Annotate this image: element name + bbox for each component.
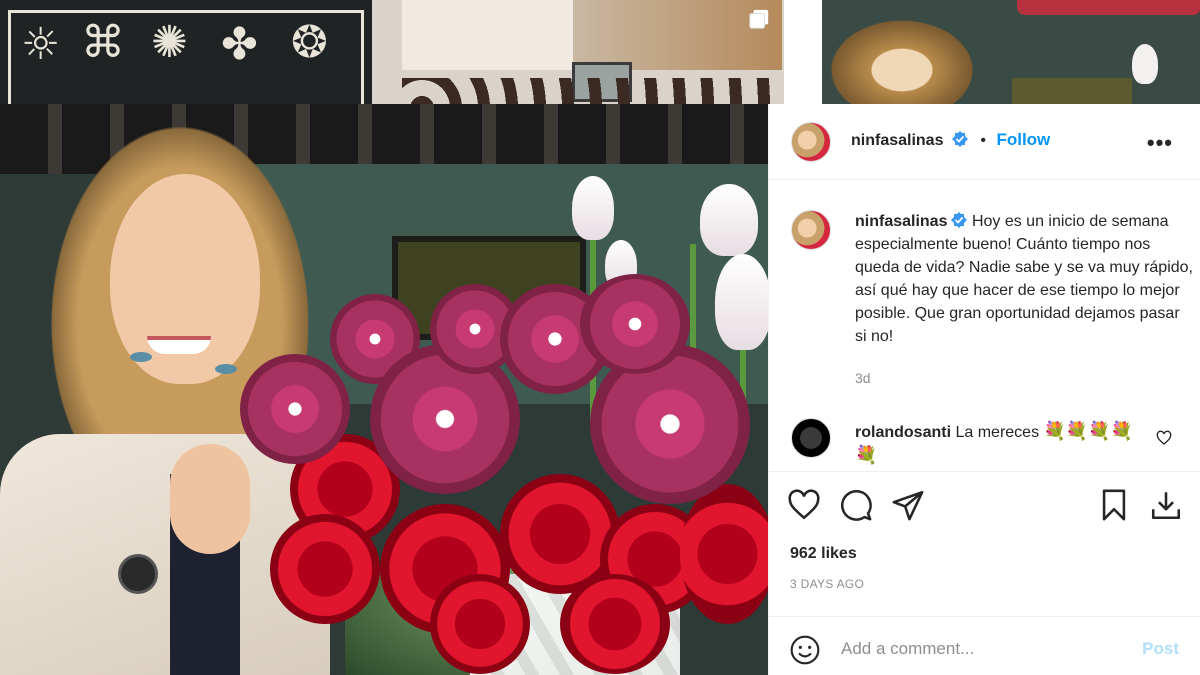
- emoji-icon[interactable]: [789, 634, 821, 666]
- verified-badge-icon: [951, 131, 968, 147]
- save-bookmark-icon[interactable]: [1097, 488, 1131, 522]
- grid-thumbnail-tribal-art[interactable]: ☼ ⌘ ✺ ✤ ❂: [0, 0, 372, 104]
- post-header: ninfasalinas • Follow •••: [769, 104, 1200, 180]
- caption-username[interactable]: ninfasalinas: [855, 213, 947, 230]
- comment-icon[interactable]: [839, 488, 873, 522]
- multiple-posts-icon: [749, 9, 769, 29]
- share-icon[interactable]: [891, 488, 925, 522]
- download-icon[interactable]: [1149, 488, 1183, 522]
- comment-like-heart-icon[interactable]: [1156, 430, 1172, 446]
- add-comment-bar: Post: [769, 616, 1200, 675]
- likes-count[interactable]: 962 likes: [790, 545, 857, 563]
- caption-avatar[interactable]: [791, 210, 831, 250]
- caption-text: Hoy es un inicio de semana especialmente…: [855, 213, 1193, 345]
- comment-body: rolandosanti La mereces 💐💐💐💐💐: [855, 420, 1155, 468]
- like-heart-icon[interactable]: [787, 488, 821, 522]
- tribal-pattern-image: ☼ ⌘ ✺ ✤ ❂: [8, 10, 364, 104]
- post-details-panel: ninfasalinas • Follow ••• ninfasalinas H…: [768, 104, 1200, 675]
- caption-time[interactable]: 3d: [855, 370, 871, 386]
- office-wall-image: [402, 0, 782, 70]
- post-date[interactable]: 3 DAYS AGO: [790, 577, 864, 591]
- portrait-image: [822, 0, 1002, 104]
- verified-badge-icon: [951, 212, 968, 228]
- caption-body: ninfasalinas Hoy es un inicio de semana …: [855, 210, 1195, 348]
- author-avatar[interactable]: [791, 122, 831, 162]
- author-username[interactable]: ninfasalinas: [851, 132, 943, 149]
- post-image[interactable]: [0, 104, 768, 675]
- action-bar: [769, 471, 1200, 529]
- comment-input[interactable]: [841, 639, 1121, 659]
- group-people-image: [402, 78, 784, 104]
- red-banner: [1017, 0, 1200, 15]
- follow-button[interactable]: Follow: [996, 130, 1050, 149]
- separator-dot: •: [980, 132, 986, 149]
- more-options-icon[interactable]: •••: [1147, 130, 1173, 156]
- commenter-username[interactable]: rolandosanti: [855, 424, 951, 441]
- grid-thumbnail-office-group[interactable]: [372, 0, 784, 104]
- grid-thumbnail-portrait[interactable]: [822, 0, 1200, 104]
- post-button[interactable]: Post: [1142, 639, 1179, 659]
- author-line: ninfasalinas • Follow: [851, 130, 1050, 150]
- commenter-avatar[interactable]: [791, 418, 831, 458]
- comment-text: La mereces: [955, 424, 1040, 441]
